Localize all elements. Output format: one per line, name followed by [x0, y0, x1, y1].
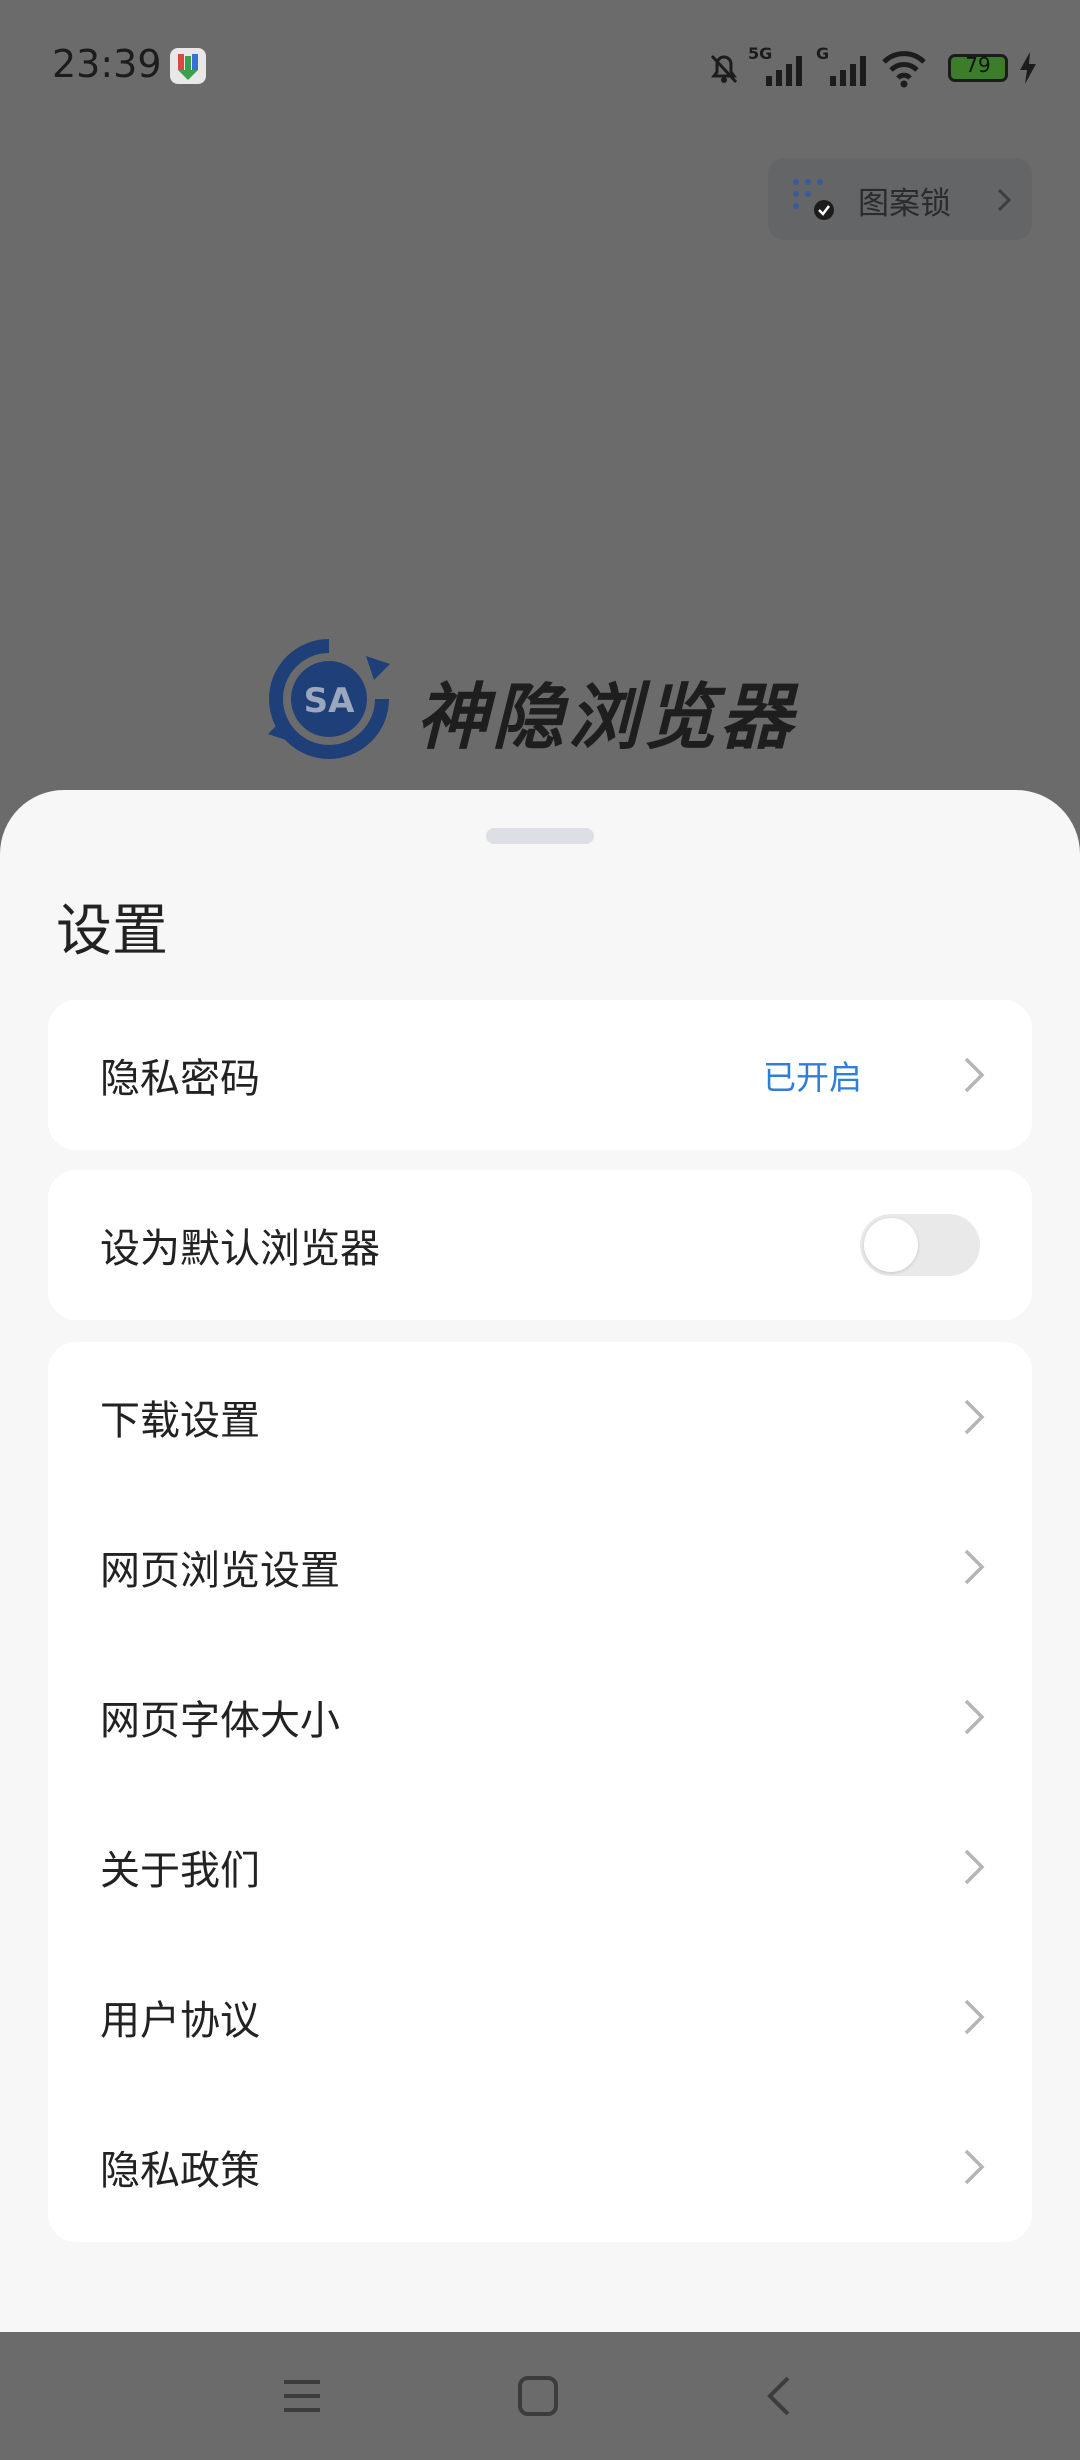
- app-notification-icon: [170, 48, 206, 84]
- list-item-label: 隐私政策: [100, 2148, 260, 2194]
- list-item-user-agreement[interactable]: 用户协议: [48, 1942, 1032, 2092]
- logo-badge-text: SA: [304, 681, 355, 721]
- chevron-right-icon: [964, 2149, 985, 2185]
- list-item-label: 关于我们: [100, 1848, 260, 1894]
- list-item-font-size[interactable]: 网页字体大小: [48, 1642, 1032, 1792]
- mute-bell-icon: [710, 54, 738, 84]
- privacy-password-status: 已开启: [763, 1058, 862, 1097]
- logo-text: 神隐浏览器: [416, 675, 797, 759]
- list-item-label: 网页浏览设置: [100, 1548, 340, 1594]
- chevron-right-icon: [997, 188, 1012, 212]
- drag-handle[interactable]: [486, 828, 594, 844]
- default-browser-toggle[interactable]: [860, 1214, 980, 1276]
- charging-icon: [1020, 52, 1036, 84]
- sa-logo-icon: SA: [268, 639, 390, 759]
- status-bar: 23:39 5G G 79: [0, 0, 1080, 135]
- back-icon[interactable]: [758, 2374, 802, 2418]
- default-browser-card: 设为默认浏览器: [48, 1170, 1032, 1320]
- network-g-label: G: [816, 44, 830, 63]
- wifi-icon: [882, 51, 926, 88]
- list-item-privacy-policy[interactable]: 隐私政策: [48, 2092, 1032, 2242]
- app-logo: SA 神隐浏览器: [266, 636, 826, 766]
- chevron-right-icon: [964, 1849, 985, 1885]
- settings-list-card: 下载设置 网页浏览设置 网页字体大小 关于我们 用户协议 隐私政策: [48, 1342, 1032, 2242]
- list-item-browsing-settings[interactable]: 网页浏览设置: [48, 1492, 1032, 1642]
- toggle-knob: [864, 1218, 918, 1272]
- home-icon[interactable]: [516, 2374, 560, 2418]
- chevron-right-icon: [964, 1057, 985, 1093]
- list-item-download-settings[interactable]: 下载设置: [48, 1342, 1032, 1492]
- list-item-label: 网页字体大小: [100, 1698, 340, 1744]
- pattern-lock-button[interactable]: 图案锁: [768, 158, 1032, 240]
- chevron-right-icon: [964, 1699, 985, 1735]
- pattern-lock-label: 图案锁: [858, 186, 951, 222]
- sheet-title: 设置: [56, 899, 168, 964]
- pattern-lock-icon: [793, 179, 834, 220]
- signal-5g-icon: 5G: [748, 44, 810, 88]
- list-item-label: 下载设置: [100, 1398, 260, 1444]
- settings-sheet: 设置 隐私密码 已开启 设为默认浏览器 下载设置 网页浏览设置 网页字体大小 关…: [0, 790, 1080, 2332]
- battery-icon: 79: [948, 53, 1008, 82]
- status-time: 23:39: [52, 42, 162, 86]
- privacy-password-row[interactable]: 隐私密码 已开启: [48, 1000, 1032, 1150]
- list-item-about-us[interactable]: 关于我们: [48, 1792, 1032, 1942]
- chevron-right-icon: [964, 1999, 985, 2035]
- chevron-right-icon: [964, 1399, 985, 1435]
- default-browser-label: 设为默认浏览器: [100, 1226, 380, 1272]
- default-browser-row: 设为默认浏览器: [48, 1170, 1032, 1320]
- navigation-bar: [0, 2332, 1080, 2460]
- signal-g-icon: G: [814, 44, 876, 88]
- list-item-label: 用户协议: [100, 1998, 260, 2044]
- privacy-password-label: 隐私密码: [100, 1056, 260, 1102]
- privacy-password-card: 隐私密码 已开启: [48, 1000, 1032, 1150]
- battery-level: 79: [965, 53, 991, 77]
- chevron-right-icon: [964, 1549, 985, 1585]
- menu-icon[interactable]: [280, 2374, 324, 2418]
